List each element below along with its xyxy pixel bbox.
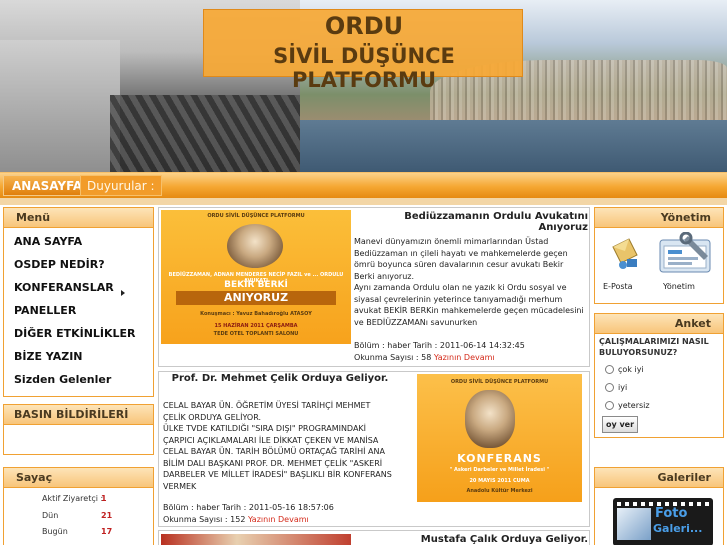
- gallery-banner-line2: Galeri...: [653, 522, 703, 535]
- poll-option-label: çok iyi: [618, 365, 644, 374]
- photo-gallery-banner[interactable]: Foto Galeri...: [613, 498, 713, 545]
- admin-panel: Yönetim E-Posta Yönetim: [594, 207, 724, 304]
- site-title-line2: SİVİL DÜŞÜNCE PLATFORMU: [273, 44, 455, 92]
- poster-topic: " Askeri Darbeler ve Millet İradesi ": [449, 467, 550, 473]
- menu-item-other-events[interactable]: DİĞER ETKİNLİKLER: [14, 325, 136, 343]
- admin-tools-icon[interactable]: [658, 231, 716, 274]
- menu-panel: Menü ANA SAYFA OSDEP NEDİR? KONFERANSLAR…: [3, 207, 154, 397]
- menu-item-home[interactable]: ANA SAYFA: [14, 233, 82, 251]
- gallery-panel: Galeriler Foto Galeri...: [594, 467, 724, 545]
- email-icon[interactable]: [609, 235, 639, 271]
- news-body: CELAL BAYAR ÜN. ÖĞRETİM ÜYESİ TARİHÇİ ME…: [163, 401, 392, 491]
- poster-speaker: Konuşmacı : Yavuz Bahadıroğlu ATASOY: [200, 311, 312, 317]
- read-more-link[interactable]: Yazının Devamı: [248, 515, 309, 524]
- nav-divider: [0, 198, 727, 205]
- page: ORDU SİVİL DÜŞÜNCE PLATFORMU ANASAYFA Du…: [0, 0, 727, 545]
- modern-sea-photo: [300, 120, 727, 172]
- poster-headline: KONFERANS: [457, 452, 542, 465]
- news-title[interactable]: Prof. Dr. Mehmet Çelik Orduya Geliyor.: [161, 373, 399, 384]
- counter-value-today: 17: [101, 527, 113, 536]
- menu-item-conferences[interactable]: KONFERANSLAR: [14, 279, 114, 297]
- counter-label-today: Bugün: [42, 527, 68, 536]
- news-read-count: Okunma Sayısı : 58 Yazının Devamı: [354, 353, 495, 362]
- news-item: Mustafa Çalık Orduya Geliyor.: [158, 530, 590, 545]
- news-poster-image[interactable]: ORDU SİVİL DÜŞÜNCE PLATFORMU BEDİÜZZAMAN…: [161, 210, 351, 344]
- news-item: Prof. Dr. Mehmet Çelik Orduya Geliyor. C…: [158, 371, 590, 527]
- news-item: ORDU SİVİL DÜŞÜNCE PLATFORMU BEDİÜZZAMAN…: [158, 207, 590, 367]
- read-more-link[interactable]: Yazının Devamı: [434, 353, 495, 362]
- news-body: Manevi dünyamızın önemli mimarlarından Ü…: [354, 237, 584, 327]
- email-label[interactable]: E-Posta: [603, 282, 633, 291]
- menu-item-about[interactable]: OSDEP NEDİR?: [14, 256, 105, 274]
- poll-option-label: iyi: [618, 383, 628, 392]
- counter-value-active: 1: [101, 494, 107, 503]
- poll-question: ÇALIŞMALARIMIZI NASIL BULUYORSUNUZ?: [599, 337, 709, 357]
- counter-title: Sayaç: [4, 468, 153, 488]
- news-title[interactable]: Bediüzzamanın Ordulu Avukatını Anıyoruz: [366, 211, 588, 233]
- poster-venue: TEDE OTEL TOPLANTI SALONU: [213, 331, 299, 337]
- old-sea-photo: [0, 40, 120, 172]
- news-read-count: Okunma Sayısı : 152 Yazının Devamı: [163, 515, 309, 524]
- news-date: Bölüm : haber Tarih : 2011-06-14 14:32:4…: [354, 341, 525, 350]
- site-title-line1: ORDU: [324, 12, 404, 40]
- old-rooftops-photo: [110, 95, 320, 172]
- poster-venue: Anadolu Kültür Merkezi: [466, 488, 533, 494]
- admin-label[interactable]: Yönetim: [663, 282, 695, 291]
- submenu-arrow-icon: [121, 290, 125, 296]
- press-releases-title[interactable]: BASIN BİLDİRİLERİ: [4, 405, 153, 425]
- poster-headline: ANIYORUZ: [223, 291, 289, 304]
- counter-label-yesterday: Dün: [42, 511, 59, 520]
- poster-date: 15 HAZİRAN 2011 ÇARŞAMBA: [214, 323, 298, 329]
- gallery-banner-line1: Foto: [655, 506, 688, 521]
- menu-item-panels[interactable]: PANELLER: [14, 302, 76, 320]
- poll-option-radio[interactable]: [605, 401, 614, 410]
- press-releases-panel: BASIN BİLDİRİLERİ: [3, 404, 154, 455]
- news-date: Bölüm : haber Tarih : 2011-05-16 18:57:0…: [163, 503, 334, 512]
- admin-title: Yönetim: [595, 208, 723, 228]
- news-poster-image[interactable]: ORDU SİVİL DÜŞÜNCE PLATFORMU KONFERANS "…: [417, 374, 582, 502]
- news-read-count-text: Okunma Sayısı : 58: [354, 353, 432, 362]
- poll-option-radio[interactable]: [605, 365, 614, 374]
- counter-label-active: Aktif Ziyaretçi :: [42, 494, 104, 503]
- camera-icon: [617, 508, 651, 540]
- menu-item-submissions[interactable]: Sizden Gelenler: [14, 371, 111, 389]
- header-banner: ORDU SİVİL DÜŞÜNCE PLATFORMU: [0, 0, 727, 172]
- menu-item-contact[interactable]: BİZE YAZIN: [14, 348, 83, 366]
- counter-panel: Sayaç Aktif Ziyaretçi : 1 Dün 21 Bugün 1…: [3, 467, 154, 545]
- poll-option-label: yetersiz: [618, 401, 650, 410]
- news-poster-image[interactable]: [161, 534, 351, 545]
- site-title-box: ORDU SİVİL DÜŞÜNCE PLATFORMU: [203, 9, 523, 92]
- counter-value-yesterday: 21: [101, 511, 113, 520]
- poster-name: BEKİR BERKİ: [224, 280, 288, 290]
- poster-org: ORDU SİVİL DÜŞÜNCE PLATFORMU: [207, 213, 305, 219]
- announcements-label: Duyurular :: [80, 175, 162, 196]
- poster-portrait: [227, 224, 283, 268]
- vote-button[interactable]: oy ver: [602, 416, 638, 433]
- gallery-title: Galeriler: [595, 468, 723, 488]
- menu-title: Menü: [4, 208, 153, 228]
- poster-portrait: [465, 390, 515, 448]
- nav-home-button[interactable]: ANASAYFA: [3, 175, 92, 196]
- top-nav-bar: ANASAYFA Duyurular :: [0, 172, 727, 198]
- poll-title: Anket: [595, 314, 723, 334]
- poster-org: ORDU SİVİL DÜŞÜNCE PLATFORMU: [450, 379, 549, 385]
- poster-date: 20 MAYIS 2011 CUMA: [469, 478, 530, 484]
- poll-option-radio[interactable]: [605, 383, 614, 392]
- news-read-count-text: Okunma Sayısı : 152: [163, 515, 246, 524]
- news-title[interactable]: Mustafa Çalık Orduya Geliyor.: [366, 534, 588, 545]
